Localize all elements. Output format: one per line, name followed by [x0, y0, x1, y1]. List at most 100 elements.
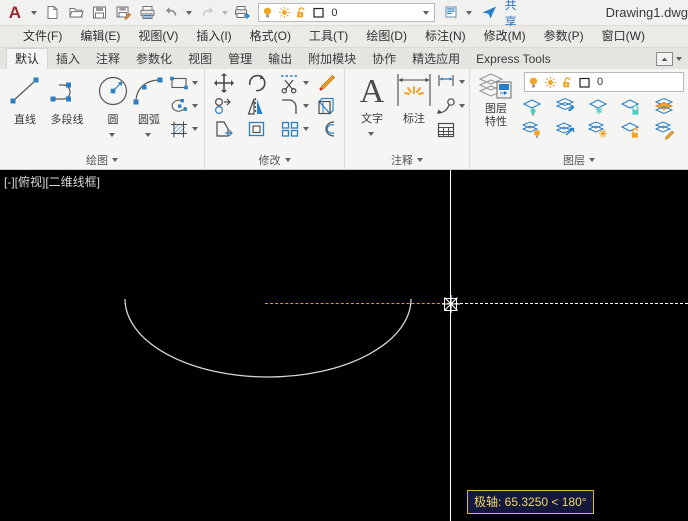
tab-manage[interactable]: 管理	[220, 49, 260, 69]
layer-change-to-current-button[interactable]	[654, 119, 676, 141]
draw-arc-button[interactable]: 圆弧	[128, 73, 170, 137]
modify-array-button[interactable]	[279, 118, 301, 140]
modify-fillet-button[interactable]	[279, 95, 301, 117]
ribbon-layer-combo[interactable]: 0	[524, 72, 684, 92]
annotation-leader-button[interactable]	[435, 95, 457, 117]
layer-unisolate-button[interactable]	[555, 96, 577, 118]
draw-hatch-button[interactable]	[168, 118, 190, 140]
workspace-switch-button[interactable]	[439, 1, 463, 25]
layer-color-swatch-icon[interactable]	[576, 74, 593, 91]
layer-unlock-button[interactable]	[621, 119, 643, 141]
annotation-panel-label[interactable]: 注释	[345, 150, 469, 169]
modify-mirror-button[interactable]	[246, 95, 268, 117]
annotation-dim-style-caret[interactable]	[457, 71, 466, 93]
layer-freeze-button[interactable]	[588, 96, 610, 118]
sun-icon[interactable]	[542, 74, 559, 91]
open-file-button[interactable]	[64, 1, 88, 25]
tab-collaborate[interactable]: 协作	[364, 49, 404, 69]
modify-move-button[interactable]	[213, 72, 235, 94]
menu-insert[interactable]: 插入(I)	[187, 26, 240, 47]
lightbulb-on-icon[interactable]	[525, 74, 542, 91]
menu-edit[interactable]: 编辑(E)	[71, 26, 129, 47]
new-file-button[interactable]	[40, 1, 64, 25]
menu-modify[interactable]: 修改(M)	[475, 26, 535, 47]
tab-annotate[interactable]: 注释	[88, 49, 128, 69]
chevron-down-icon[interactable]	[676, 57, 682, 61]
tab-insert[interactable]: 插入	[48, 49, 88, 69]
plot-button[interactable]	[136, 1, 160, 25]
annotation-dimension-button[interactable]: 标注	[393, 71, 435, 126]
menu-format[interactable]: 格式(O)	[241, 26, 300, 47]
annotation-dim-style-button[interactable]	[435, 71, 457, 93]
lightbulb-on-icon[interactable]	[259, 4, 276, 21]
modify-copy-button[interactable]	[213, 95, 235, 117]
modify-scale-button[interactable]	[246, 118, 268, 140]
workspace-dropdown[interactable]	[463, 10, 474, 15]
collapse-ribbon-icon[interactable]	[656, 52, 673, 66]
modify-panel-label[interactable]: 修改	[205, 150, 344, 169]
tab-addins[interactable]: 附加模块	[300, 49, 364, 69]
layer-dropdown-caret[interactable]	[418, 10, 434, 15]
layer-move-to-button[interactable]	[555, 119, 577, 141]
tab-home[interactable]: 默认	[6, 48, 49, 69]
menu-draw[interactable]: 绘图(D)	[357, 26, 416, 47]
save-file-button[interactable]	[88, 1, 112, 25]
menu-dimension[interactable]: 标注(N)	[416, 26, 475, 47]
modify-erase-button[interactable]	[315, 72, 337, 94]
draw-circle-caret[interactable]	[109, 124, 115, 142]
layer-merge-button[interactable]	[654, 96, 676, 118]
unlocked-padlock-icon[interactable]	[293, 4, 310, 21]
modify-offset-button[interactable]	[315, 118, 337, 140]
save-as-file-button[interactable]	[112, 1, 136, 25]
tab-parametric[interactable]: 参数化	[128, 49, 180, 69]
redo-button[interactable]	[195, 1, 219, 25]
layer-quick-control[interactable]: 0	[258, 3, 436, 22]
draw-ellipse-caret[interactable]	[190, 95, 199, 117]
menu-tools[interactable]: 工具(T)	[300, 26, 357, 47]
ribbon-collapse-control[interactable]	[656, 49, 688, 69]
modify-trim-button[interactable]	[279, 72, 301, 94]
application-menu-button[interactable]: A	[0, 1, 29, 25]
modify-trim-caret[interactable]	[301, 72, 310, 94]
draw-hatch-caret[interactable]	[190, 118, 199, 140]
drawing-canvas[interactable]: [-][俯视][二维线框] 极轴: 65.3250 < 180°	[0, 170, 688, 521]
draw-ellipse-button[interactable]	[168, 95, 190, 117]
sun-icon[interactable]	[276, 4, 293, 21]
menu-parametric[interactable]: 参数(P)	[535, 26, 593, 47]
menu-view[interactable]: 视图(V)	[129, 26, 187, 47]
tab-output[interactable]: 输出	[260, 49, 300, 69]
redo-dropdown[interactable]	[219, 10, 230, 15]
modify-array-caret[interactable]	[301, 118, 310, 140]
application-menu-caret[interactable]	[29, 10, 40, 15]
menu-file[interactable]: 文件(F)	[14, 26, 71, 47]
modify-stretch-button[interactable]	[213, 118, 235, 140]
layer-on-button[interactable]	[522, 119, 544, 141]
annotation-table-button[interactable]	[435, 119, 457, 141]
annotation-text-button[interactable]: A 文字	[351, 71, 393, 136]
layer-properties-button[interactable]: 图层 特性	[475, 71, 517, 129]
draw-arc-caret[interactable]	[145, 124, 151, 142]
tab-featured-apps[interactable]: 精选应用	[404, 49, 468, 69]
share-button[interactable]	[478, 1, 502, 25]
menu-window[interactable]: 窗口(W)	[593, 26, 654, 47]
draw-panel-label[interactable]: 绘图	[0, 150, 204, 169]
unlocked-padlock-icon[interactable]	[559, 74, 576, 91]
draw-rectangle-caret[interactable]	[190, 72, 199, 94]
draw-line-button[interactable]: 直线	[4, 73, 46, 127]
undo-dropdown[interactable]	[184, 10, 195, 15]
annotation-leader-caret[interactable]	[457, 95, 466, 117]
plot-preview-button[interactable]	[230, 1, 254, 25]
annotation-text-caret[interactable]	[368, 123, 374, 141]
undo-button[interactable]	[160, 1, 184, 25]
modify-fillet-caret[interactable]	[301, 95, 310, 117]
layer-lock-button[interactable]	[621, 96, 643, 118]
tab-express-tools[interactable]: Express Tools	[468, 49, 558, 69]
draw-rectangle-button[interactable]	[168, 72, 190, 94]
layer-color-swatch-icon[interactable]	[310, 4, 327, 21]
layers-panel-label[interactable]: 图层	[470, 150, 688, 169]
draw-polyline-button[interactable]: 多段线	[42, 73, 92, 127]
tab-view[interactable]: 视图	[180, 49, 220, 69]
modify-rotate-button[interactable]	[246, 72, 268, 94]
layer-isolate-button[interactable]	[522, 96, 544, 118]
layer-thaw-button[interactable]	[588, 119, 610, 141]
